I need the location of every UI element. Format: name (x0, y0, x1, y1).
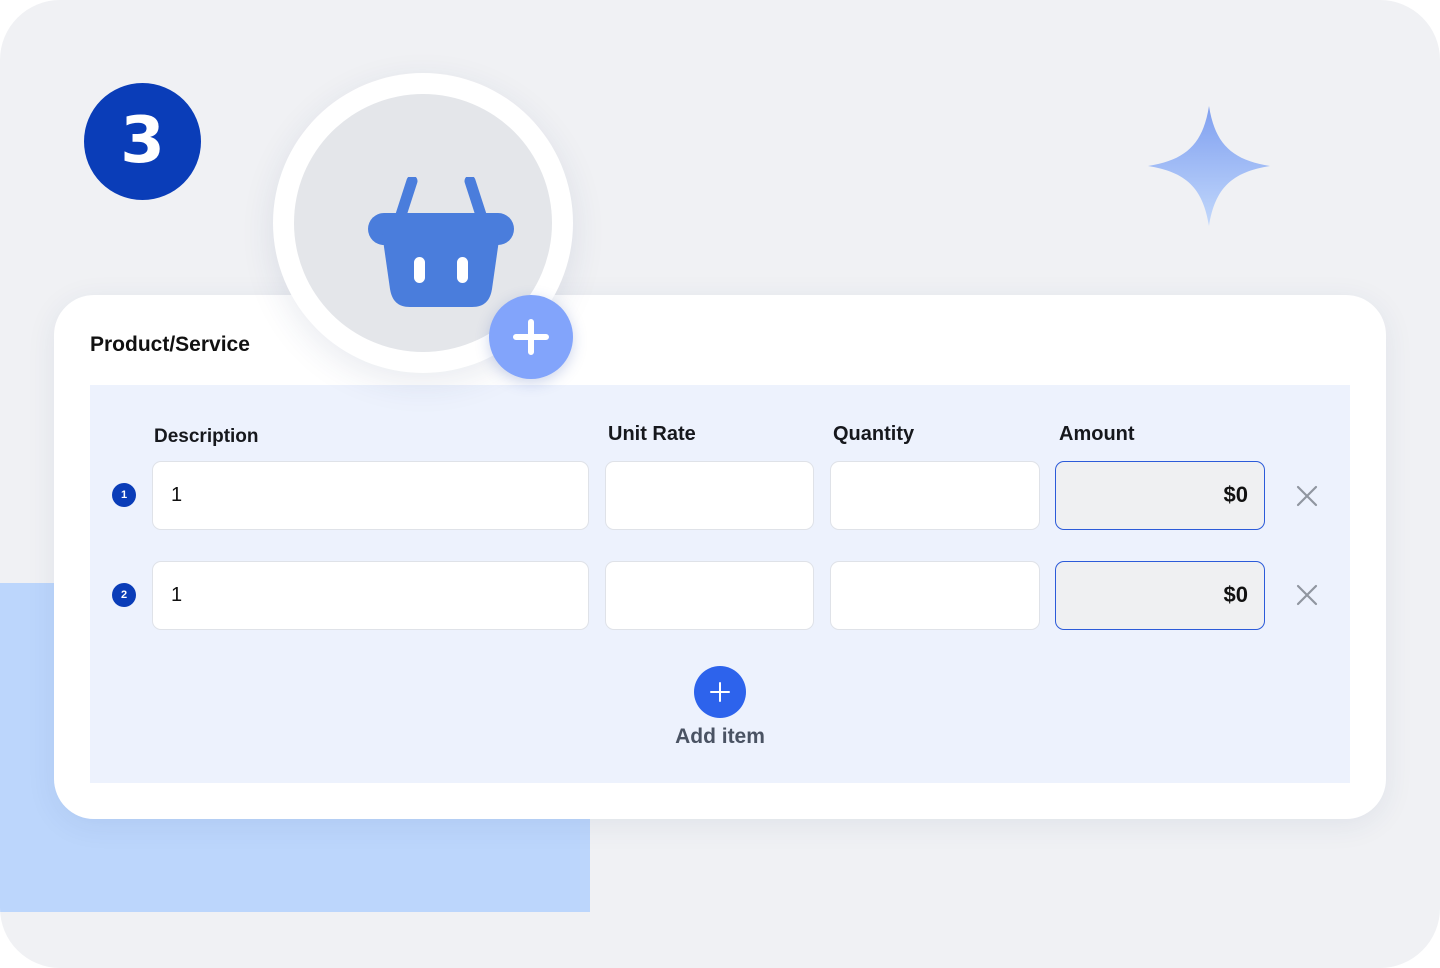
canvas: 3 Product/Service Description Unit Rate … (0, 0, 1440, 968)
amount-field: $0 (1055, 561, 1265, 630)
shopping-basket-icon (368, 177, 514, 307)
add-item-label[interactable]: Add item (650, 725, 790, 749)
header-quantity: Quantity (833, 423, 915, 445)
add-item-button[interactable] (694, 666, 746, 718)
row-number-badge: 2 (112, 583, 136, 607)
close-icon[interactable] (1296, 485, 1318, 507)
header-description: Description (154, 426, 259, 447)
sparkle-icon (1148, 106, 1270, 226)
product-service-card: Product/Service Description Unit Rate Qu… (54, 295, 1386, 819)
plus-icon (710, 682, 730, 702)
header-amount: Amount (1059, 423, 1135, 445)
quantity-input[interactable] (830, 461, 1040, 530)
header-unit-rate: Unit Rate (608, 423, 696, 445)
section-title: Product/Service (90, 333, 250, 356)
row-number-badge: 1 (112, 483, 136, 507)
amount-field: $0 (1055, 461, 1265, 530)
close-icon[interactable] (1296, 584, 1318, 606)
description-input[interactable]: 1 (152, 561, 589, 630)
description-input[interactable]: 1 (152, 461, 589, 530)
unit-rate-input[interactable] (605, 561, 814, 630)
add-product-button[interactable] (489, 295, 573, 379)
unit-rate-input[interactable] (605, 461, 814, 530)
plus-icon (513, 319, 549, 355)
quantity-input[interactable] (830, 561, 1040, 630)
line-items-panel: Description Unit Rate Quantity Amount 1 … (90, 385, 1350, 783)
step-number-badge: 3 (84, 83, 201, 200)
